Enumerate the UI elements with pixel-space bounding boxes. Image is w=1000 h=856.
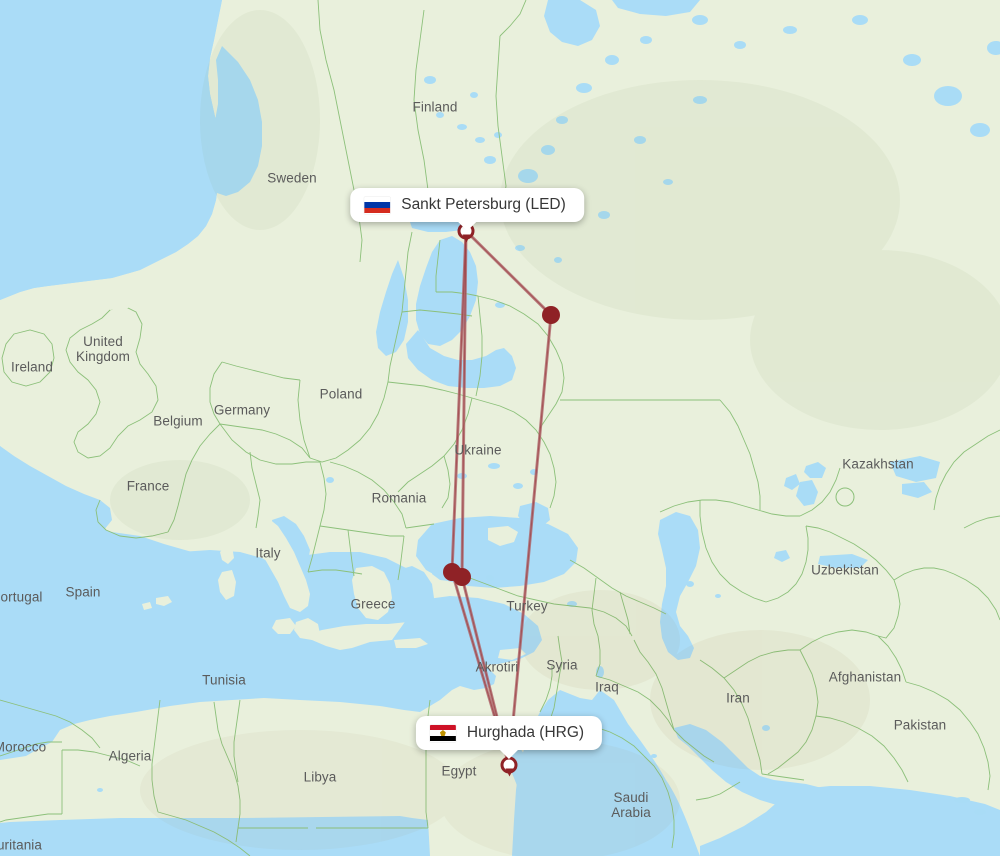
egypt-flag-icon — [429, 724, 456, 742]
route-polylines — [450, 229, 553, 767]
route-polylines-core — [451, 230, 552, 766]
origin-airport-card[interactable]: Sankt Petersburg (LED) — [350, 188, 584, 231]
route-led-moscow-hrg — [464, 229, 553, 767]
russia-flag-icon — [364, 196, 391, 214]
route-led-istanbul-hrg-a — [450, 229, 511, 767]
stop-istanbul-2[interactable] — [453, 568, 471, 586]
destination-airport-card[interactable]: Hurghada (HRG) — [415, 716, 603, 759]
flight-route-map[interactable]: .land { fill:#e9f0dc; stroke:#8cc07a; st… — [0, 0, 1000, 856]
stop-moscow[interactable] — [542, 306, 560, 324]
destination-airport-label: Hurghada (HRG) — [466, 724, 585, 741]
destination-marker-hrg[interactable] — [500, 756, 518, 777]
origin-airport-label: Sankt Petersburg (LED) — [401, 196, 566, 213]
